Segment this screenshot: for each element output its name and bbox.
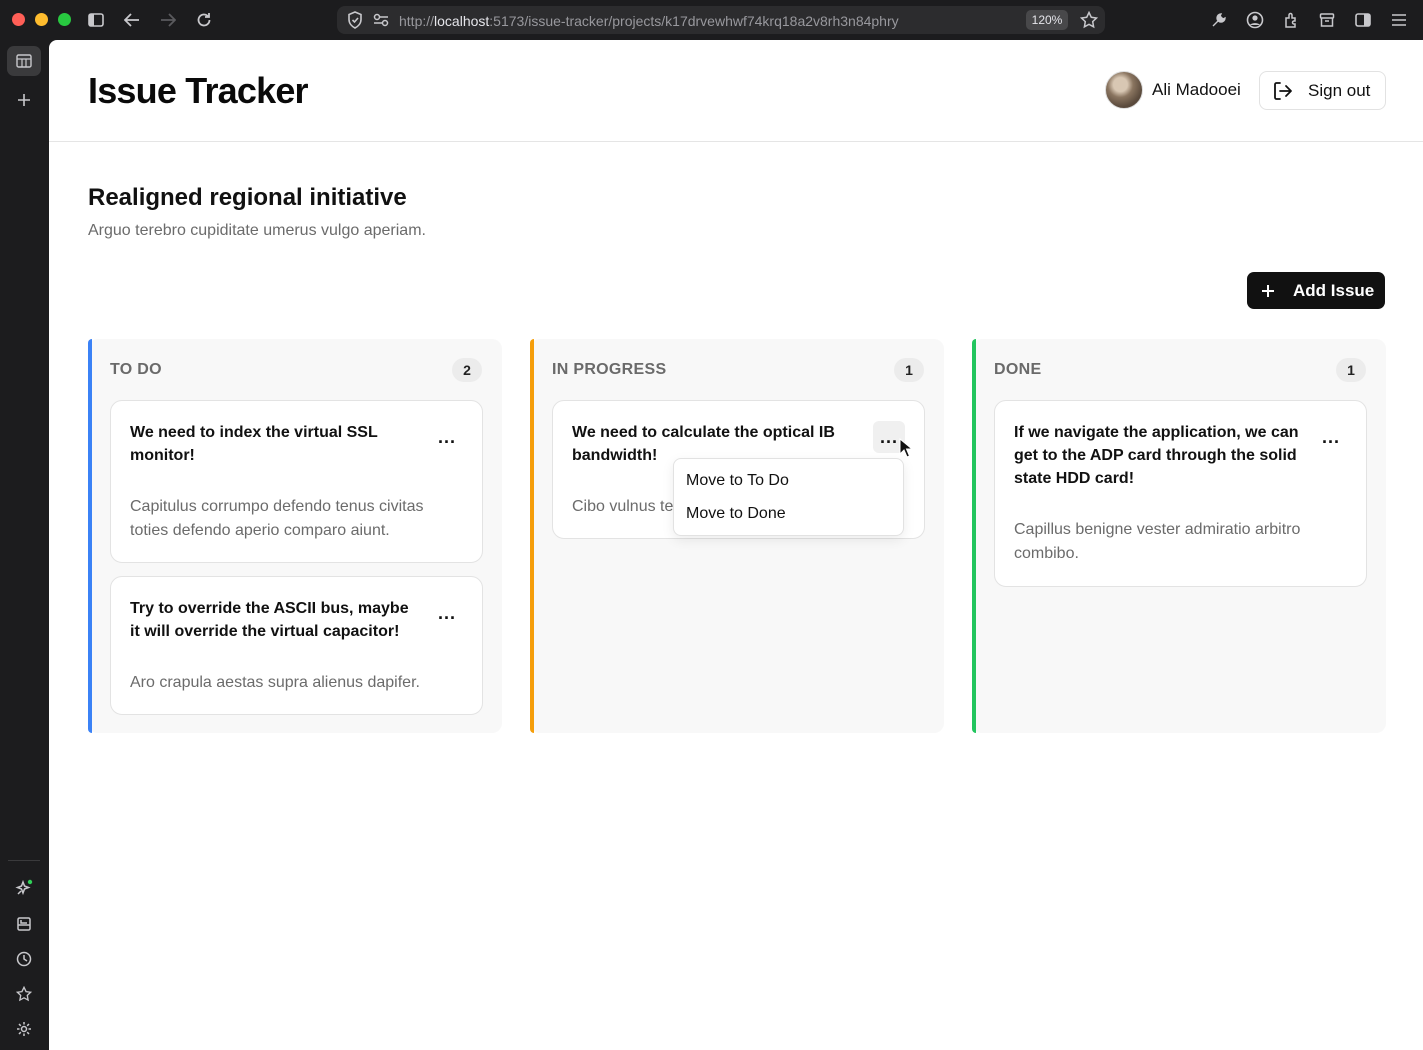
sign-out-label: Sign out [1308,80,1371,100]
project-description: Arguo terebro cupiditate umerus vulgo ap… [88,222,426,239]
split-view-icon[interactable] [1353,10,1373,30]
menu-hamburger-icon[interactable] [1389,10,1409,30]
issue-title: If we navigate the application, we can g… [1014,424,1299,487]
issue-menu-button[interactable]: ... [431,597,463,629]
sign-out-button[interactable]: Sign out [1259,71,1386,110]
issue-menu-button[interactable]: ... [1315,421,1347,453]
wrench-icon[interactable] [1209,10,1229,30]
tab-grid-icon[interactable] [12,49,36,73]
app-title: Issue Tracker [88,70,309,111]
sign-out-icon [1272,80,1294,102]
column-accent-bar [88,339,92,733]
sidebar-toggle-icon[interactable] [86,10,106,30]
menu-item-move-to-todo[interactable]: Move to To Do [686,472,789,490]
url-text[interactable]: http://localhost:5173/issue-tracker/proj… [399,13,899,29]
extensions-icon[interactable] [1281,10,1301,30]
archive-box-icon[interactable] [1317,10,1337,30]
account-icon[interactable] [1245,10,1265,30]
minimize-window-button[interactable] [35,13,48,26]
bookmark-star-icon[interactable] [1079,10,1099,30]
column-todo: TO DO 2 We need to index the virtual SSL… [88,339,502,733]
more-dots-icon: ... [1321,426,1340,447]
plus-icon [1261,280,1275,302]
issue-title: We need to index the virtual SSL monitor… [130,424,378,464]
forward-arrow-icon[interactable] [158,10,178,30]
column-done: DONE 1 If we navigate the application, w… [972,339,1386,733]
issue-card[interactable]: We need to index the virtual SSL monitor… [110,400,483,563]
shield-icon[interactable] [345,10,365,30]
column-count-badge: 1 [894,358,924,382]
close-window-button[interactable] [12,13,25,26]
issue-card[interactable]: If we navigate the application, we can g… [994,400,1367,587]
column-title: TO DO [110,361,162,378]
browser-sidebar [0,40,49,1050]
column-count-badge: 1 [1336,358,1366,382]
more-dots-icon: ... [437,426,456,447]
maximize-window-button[interactable] [58,13,71,26]
address-bar[interactable]: http://localhost:5173/issue-tracker/proj… [337,6,1105,34]
issue-title: Try to override the ASCII bus, maybe it … [130,600,409,640]
issue-menu-button[interactable]: ... [431,421,463,453]
site-settings-icon[interactable] [371,10,391,30]
more-dots-icon: ... [879,426,898,447]
project-title: Realigned regional initiative [88,184,407,211]
issue-card[interactable]: Try to override the ASCII bus, maybe it … [110,576,483,715]
column-accent-bar [972,339,976,733]
column-accent-bar [530,339,534,733]
issue-description: Aro crapula aestas supra alienus dapifer… [130,674,420,691]
issue-description: Capillus benigne vester admiratio arbitr… [1014,521,1301,562]
settings-gear-icon[interactable] [12,1017,36,1041]
mouse-cursor-icon [899,438,913,458]
ai-sparkle-icon[interactable] [12,876,36,900]
add-issue-button[interactable]: Add Issue [1247,272,1385,309]
browser-toolbar: http://localhost:5173/issue-tracker/proj… [0,0,1423,40]
column-title: DONE [994,361,1042,378]
reload-icon[interactable] [194,10,214,30]
sidebar-divider [8,860,40,861]
add-issue-label: Add Issue [1293,280,1375,300]
history-clock-icon[interactable] [12,947,36,971]
column-in-progress: IN PROGRESS 1 We need to calculate the o… [530,339,944,733]
new-tab-plus-icon[interactable] [12,88,36,112]
menu-item-move-to-done[interactable]: Move to Done [686,505,786,523]
zoom-level-badge[interactable]: 120% [1026,10,1068,30]
bookmarks-star-icon[interactable] [12,982,36,1006]
column-title: IN PROGRESS [552,361,667,378]
page: Issue Tracker Ali Madooei Sign out Reali… [49,40,1423,1050]
user-name: Ali Madooei [1152,80,1241,99]
column-count-badge: 2 [452,358,482,382]
move-issue-dropdown: Move to To Do Move to Done [673,458,904,536]
back-arrow-icon[interactable] [122,10,142,30]
app-header: Issue Tracker Ali Madooei Sign out [49,40,1423,142]
more-dots-icon: ... [437,602,456,623]
issue-description: Capitulus corrumpo defendo tenus civitas… [130,498,424,539]
avatar [1105,71,1143,109]
storage-icon[interactable] [12,912,36,936]
